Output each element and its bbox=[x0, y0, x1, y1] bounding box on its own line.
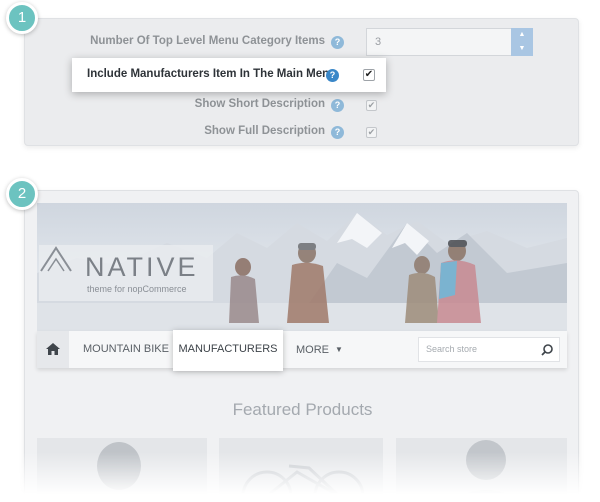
menu-item-manufacturers[interactable]: MANUFACTURERS bbox=[173, 330, 283, 371]
search-icon[interactable] bbox=[541, 344, 553, 356]
help-icon[interactable]: ? bbox=[331, 126, 344, 139]
search-placeholder: Search store bbox=[426, 344, 478, 354]
top-level-items-input[interactable]: 3 bbox=[366, 28, 512, 56]
search-input[interactable]: Search store bbox=[418, 337, 560, 362]
logo-tagline: theme for nopCommerce bbox=[87, 284, 187, 294]
setting-label: Show Short Description bbox=[194, 98, 325, 110]
spin-up-icon[interactable]: ▲ bbox=[511, 28, 533, 42]
menu-item-more-label: MORE bbox=[296, 344, 329, 356]
setting-label: Show Full Description bbox=[204, 125, 325, 137]
setting-label: Number Of Top Level Menu Category Items bbox=[90, 35, 325, 47]
setting-row-short-description: Show Short Description ? ✔ bbox=[25, 96, 580, 116]
logo-text: NATIVE bbox=[85, 252, 199, 282]
menu-item-more[interactable]: MORE ▼ bbox=[296, 331, 343, 368]
setting-row-include-manufacturers: Include Manufacturers Item In The Main M… bbox=[72, 58, 386, 92]
spin-down-icon[interactable]: ▼ bbox=[511, 42, 533, 56]
bottom-fade bbox=[0, 452, 600, 502]
help-icon[interactable]: ? bbox=[326, 69, 339, 82]
featured-products-title: Featured Products bbox=[232, 400, 373, 419]
help-icon[interactable]: ? bbox=[331, 99, 344, 112]
main-menu: MOUNTAIN BIKE MANUFACTURERS MORE ▼ Search… bbox=[37, 330, 567, 371]
menu-item-mountain-bike[interactable]: MOUNTAIN BIKE bbox=[83, 331, 169, 368]
help-icon[interactable]: ? bbox=[331, 36, 344, 49]
step-badge-2: 2 bbox=[6, 178, 38, 210]
step-badge-1: 1 bbox=[6, 2, 38, 34]
number-spinner[interactable]: ▲ ▼ bbox=[511, 28, 533, 56]
logo[interactable]: NATIVE theme for nopCommerce bbox=[39, 245, 213, 301]
setting-label: Include Manufacturers Item In The Main M… bbox=[87, 68, 337, 80]
home-button[interactable] bbox=[37, 331, 69, 368]
hero-banner: NATIVE theme for nopCommerce bbox=[37, 203, 567, 335]
home-icon bbox=[46, 343, 60, 355]
include-manufacturers-checkbox[interactable]: ✔ bbox=[363, 69, 375, 81]
chevron-down-icon: ▼ bbox=[335, 345, 343, 354]
short-description-checkbox[interactable]: ✔ bbox=[366, 100, 377, 111]
setting-row-full-description: Show Full Description ? ✔ bbox=[25, 123, 580, 143]
logo-mark-icon bbox=[40, 246, 72, 272]
full-description-checkbox[interactable]: ✔ bbox=[366, 127, 377, 138]
